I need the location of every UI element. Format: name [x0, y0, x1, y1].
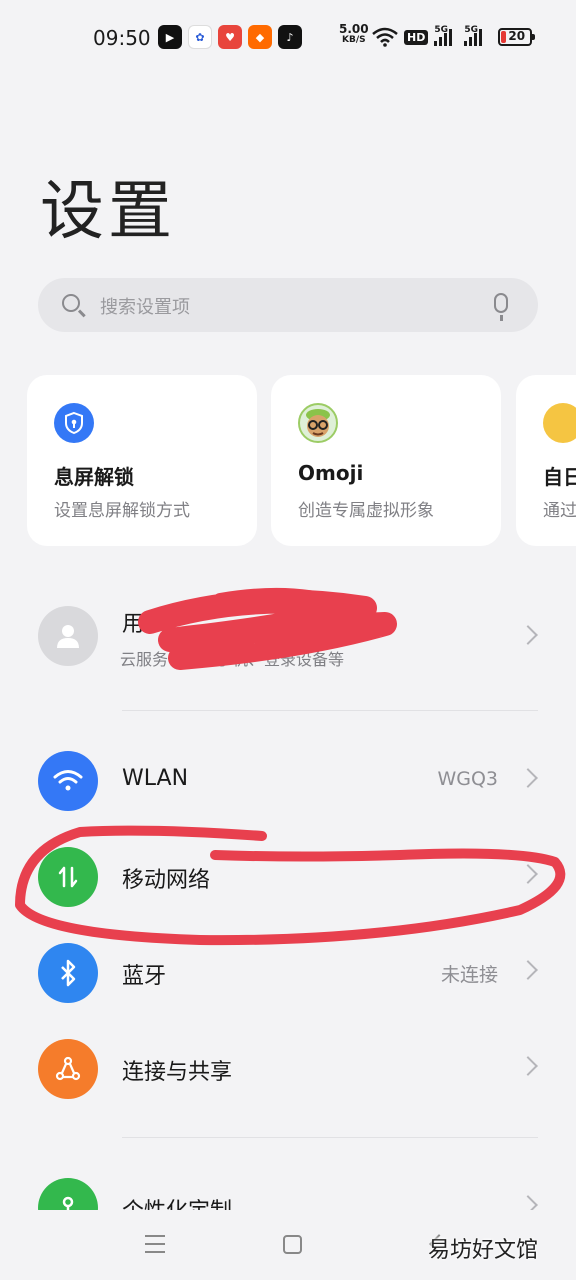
microphone-icon[interactable] [494, 293, 508, 321]
status-icons: HD 5G 5G 20 [372, 25, 536, 47]
search-icon [62, 294, 80, 312]
chevron-right-icon [518, 768, 538, 788]
network-speed-unit: KB/S [342, 35, 366, 45]
network-speed-value: 5.00 [339, 22, 369, 36]
lock-shield-icon [54, 403, 94, 443]
baidu-app-icon: ✿ [188, 25, 212, 49]
search-bar[interactable]: 搜索设置项 [38, 278, 538, 332]
battery-icon: 20 [498, 28, 536, 46]
omoji-avatar-icon [298, 403, 338, 443]
card-subtitle: 创造专属虚拟形象 [298, 501, 434, 521]
settings-label: WLAN [122, 766, 189, 791]
wifi-status-icon [372, 27, 398, 47]
recent-apps-button[interactable] [145, 1235, 165, 1253]
card-title: 自日 [543, 465, 576, 489]
settings-label: 移动网络 [122, 868, 211, 893]
battery-level: 20 [508, 29, 526, 43]
heart-app-icon: ♥ [218, 25, 242, 49]
user-avatar-icon [38, 606, 98, 666]
account-label: 用户 [122, 612, 167, 637]
mobile-data-icon [38, 847, 98, 907]
notification-app-icons: ▶ ✿ ♥ ◆ ♪ [158, 25, 302, 49]
signal-icon-sim1: 5G [434, 25, 458, 46]
home-button[interactable] [283, 1235, 302, 1254]
taobao-app-icon: ◆ [248, 25, 272, 49]
share-connect-icon [38, 1039, 98, 1099]
signal-icon-sim2: 5G [464, 25, 488, 46]
hd-volte-badge: HD [404, 29, 429, 45]
account-subtitle: 云服务、查找手机、登录设备等 [120, 650, 345, 669]
divider [122, 1137, 538, 1138]
search-placeholder: 搜索设置项 [100, 297, 190, 318]
douyin-app-icon: ♪ [278, 25, 302, 49]
settings-row-connection-sharing[interactable]: 连接与共享 [0, 1021, 576, 1117]
status-bar: 09:50 ▶ ✿ ♥ ◆ ♪ 5.00 KB/S HD 5G 5G 20 [0, 0, 576, 72]
card-title: 息屏解锁 [54, 465, 134, 489]
account-row[interactable]: 用户 云服务、查找手机、登录设备等 [0, 588, 576, 684]
settings-row-wlan[interactable]: WLAN WGQ3 [0, 733, 576, 829]
chevron-right-icon [518, 1056, 538, 1076]
network-speed: 5.00 KB/S [339, 22, 369, 46]
bluetooth-icon [38, 943, 98, 1003]
settings-row-bluetooth[interactable]: 蓝牙 未连接 [0, 925, 576, 1021]
status-time: 09:50 [93, 26, 151, 50]
kuaishou-app-icon: ▶ [158, 25, 182, 49]
yellow-card-icon [543, 403, 576, 443]
settings-label: 蓝牙 [122, 964, 167, 989]
card-title: Omoji [298, 461, 364, 485]
card-partial[interactable]: 自日 通过 [516, 375, 576, 546]
page-title: 设置 [40, 175, 176, 249]
wifi-icon [38, 751, 98, 811]
card-subtitle: 通过 [543, 501, 576, 521]
divider [122, 710, 538, 711]
card-omoji[interactable]: Omoji 创造专属虚拟形象 [271, 375, 501, 546]
settings-row-mobile-network[interactable]: 移动网络 [0, 829, 576, 925]
settings-value: 未连接 [440, 964, 498, 986]
chevron-right-icon [518, 960, 538, 980]
chevron-right-icon [518, 864, 538, 884]
card-screen-off-unlock[interactable]: 息屏解锁 设置息屏解锁方式 [27, 375, 257, 546]
chevron-right-icon [518, 625, 538, 645]
settings-value: WGQ3 [437, 768, 498, 790]
settings-label: 连接与共享 [122, 1060, 233, 1085]
card-subtitle: 设置息屏解锁方式 [54, 501, 190, 521]
watermark: 易坊好文馆 [428, 1238, 539, 1263]
